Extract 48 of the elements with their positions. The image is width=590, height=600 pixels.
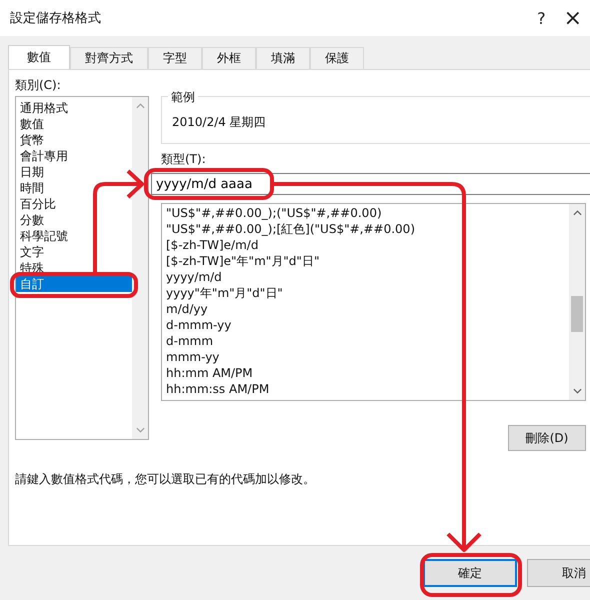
type-input-field[interactable]: yyyy/m/d aaaa (151, 173, 590, 195)
format-item[interactable]: mmm-yy (166, 349, 569, 365)
category-item[interactable]: 文字 (16, 244, 132, 260)
format-item[interactable]: hh:mm AM/PM (166, 365, 569, 381)
tab[interactable]: 填滿 (256, 47, 310, 69)
category-label: 類別(C): (15, 78, 62, 93)
scroll-thumb[interactable] (571, 296, 583, 332)
format-item[interactable]: yyyy"年"m"月"d"日" (166, 285, 569, 301)
category-item[interactable]: 百分比 (16, 196, 132, 212)
category-item[interactable]: 貨幣 (16, 132, 132, 148)
category-item[interactable]: 科學記號 (16, 228, 132, 244)
type-label: 類型(T): (161, 152, 207, 167)
category-item[interactable]: 時間 (16, 180, 132, 196)
tab[interactable]: 對齊方式 (70, 47, 148, 69)
format-item[interactable]: m/d/yy (166, 301, 569, 317)
scroll-up-icon[interactable] (136, 103, 144, 109)
category-item[interactable]: 會計專用 (16, 148, 132, 164)
format-item[interactable]: d-mmm-yy (166, 317, 569, 333)
window-title: 設定儲存格格式 (10, 10, 102, 27)
help-button[interactable]: ? (537, 8, 546, 28)
tab[interactable]: 外框 (202, 47, 256, 69)
format-item[interactable]: [$-zh-TW]e"年"m"月"d"日" (166, 253, 569, 269)
category-item[interactable]: 分數 (16, 212, 132, 228)
sample-label: 範例 (168, 89, 198, 106)
close-button[interactable]: × (564, 6, 582, 30)
tab[interactable]: 字型 (148, 47, 202, 69)
category-item[interactable]: 日期 (16, 164, 132, 180)
format-item[interactable]: d-mmm (166, 333, 569, 349)
scroll-down-icon[interactable] (572, 388, 582, 394)
format-item[interactable]: "US$"#,##0.00_);("US$"#,##0.00) (166, 205, 569, 221)
tab[interactable]: 保護 (310, 47, 364, 69)
cancel-button[interactable]: 取消 (527, 559, 590, 587)
category-item[interactable]: 數值 (16, 116, 132, 132)
ok-button[interactable]: 確定 (423, 559, 517, 587)
scrollbar[interactable] (132, 97, 148, 439)
scroll-down-icon[interactable] (136, 427, 144, 433)
format-item[interactable]: yyyy/m/d (166, 269, 569, 285)
scroll-up-icon[interactable] (572, 210, 582, 216)
hint-text: 請鍵入數值格式代碼，您可以選取已有的代碼加以修改。 (15, 471, 316, 488)
sample-value: 2010/2/4 星期四 (172, 114, 266, 130)
category-item[interactable]: 通用格式 (16, 100, 132, 116)
format-item[interactable]: "US$"#,##0.00_);[紅色]("US$"#,##0.00) (166, 221, 569, 237)
delete-button[interactable]: 刪除(D) (508, 425, 586, 451)
category-item[interactable]: 自訂 (16, 276, 132, 292)
format-item[interactable]: hh:mm:ss AM/PM (166, 381, 569, 397)
tab[interactable]: 數值 (8, 45, 70, 69)
scrollbar[interactable] (569, 204, 585, 400)
format-item[interactable]: [$-zh-TW]e/m/d (166, 237, 569, 253)
